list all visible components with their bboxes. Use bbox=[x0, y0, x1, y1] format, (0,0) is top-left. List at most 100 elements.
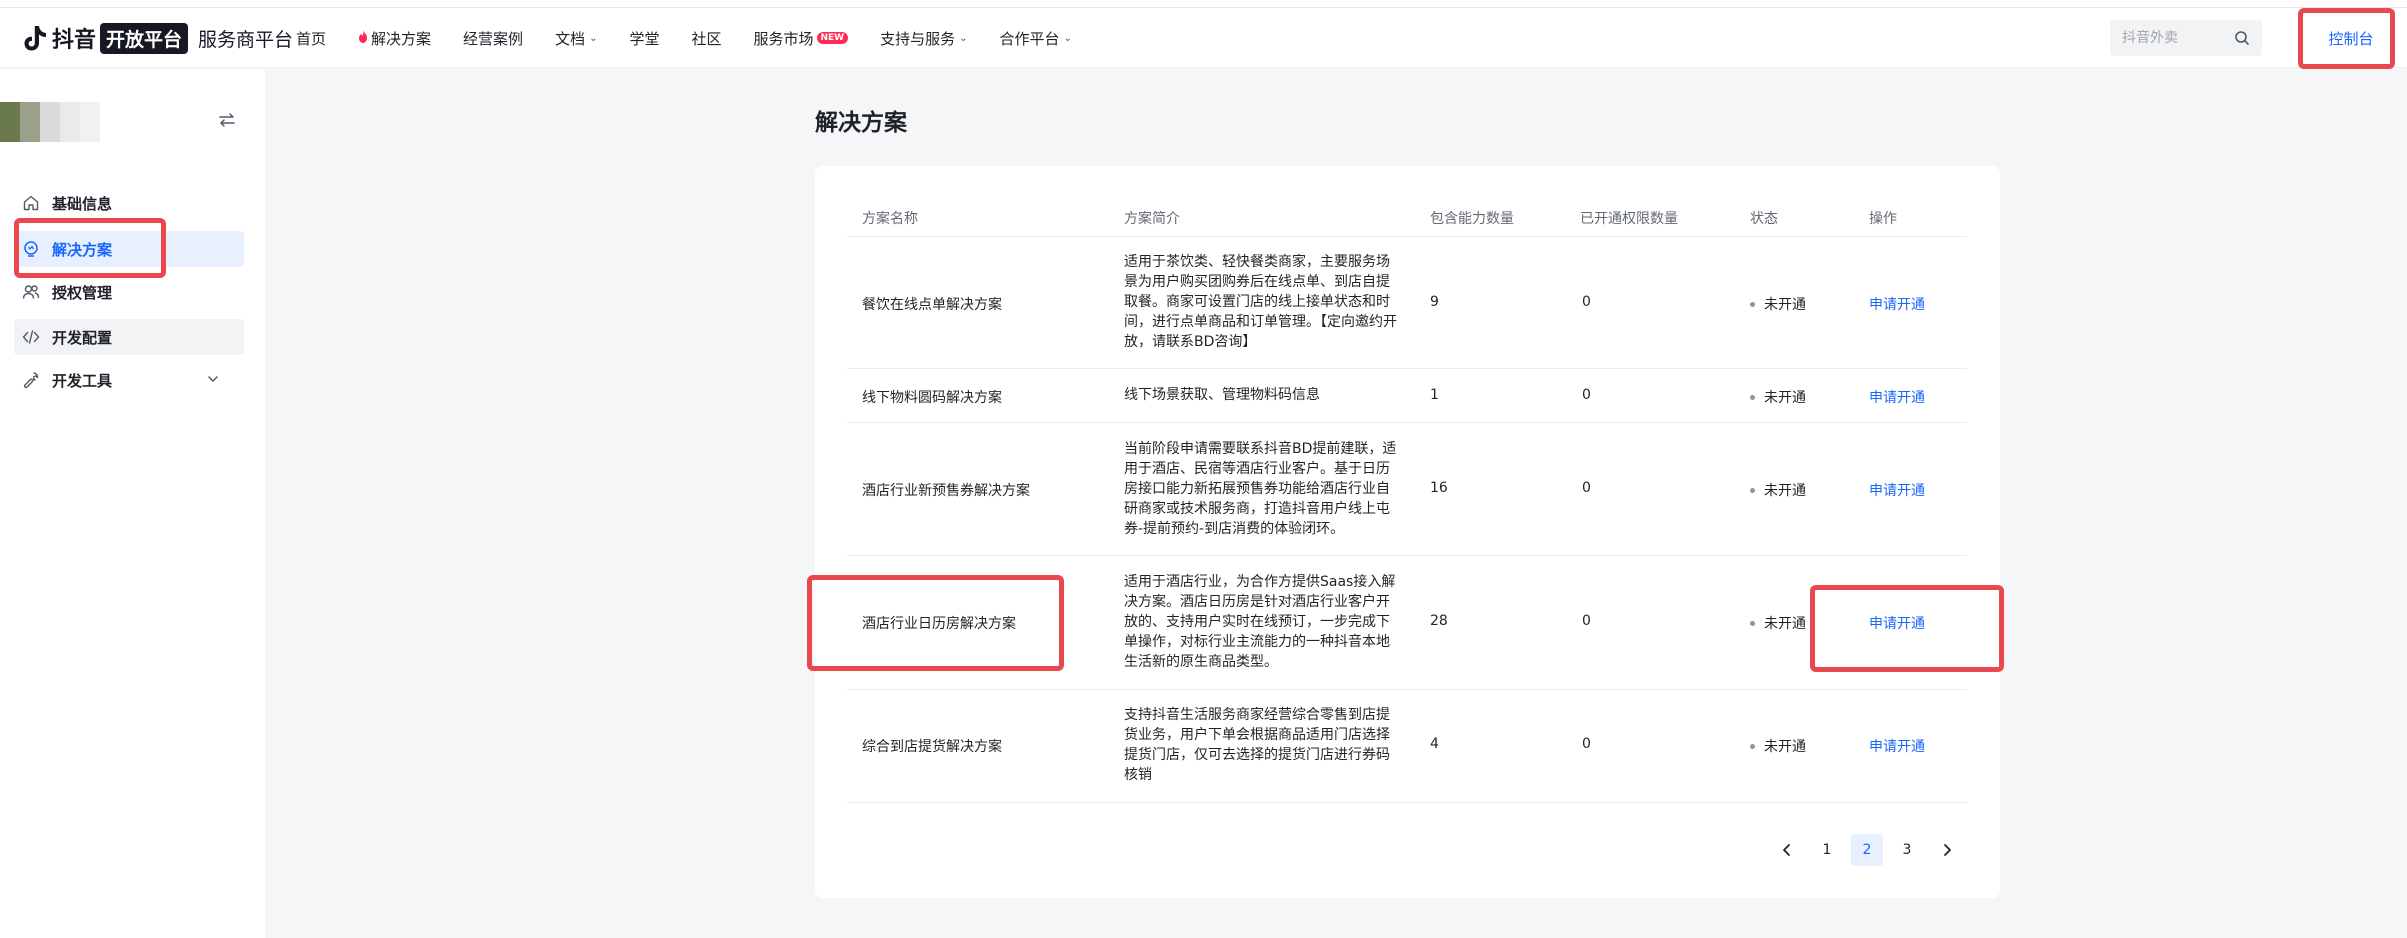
douyin-logo-icon bbox=[24, 26, 46, 51]
nav-academy[interactable]: 学堂 bbox=[629, 28, 659, 49]
chevron-left-icon bbox=[1783, 844, 1790, 856]
row-1-name: 餐饮在线点单解决方案 bbox=[862, 297, 1002, 313]
row-3-name: 酒店行业新预售券解决方案 bbox=[862, 483, 1030, 499]
row-2-apply-link[interactable]: 申请开通 bbox=[1869, 387, 1925, 407]
pagination-prev[interactable] bbox=[1771, 834, 1803, 866]
nav-cases[interactable]: 经营案例 bbox=[463, 28, 523, 49]
platform-logo[interactable]: 抖音 开放平台 服务商平台 bbox=[22, 22, 293, 54]
account-row bbox=[0, 101, 265, 145]
row-4-name: 酒店行业日历房解决方案 bbox=[862, 616, 1016, 632]
row-4-abilities: 28 bbox=[1430, 613, 1448, 629]
row-5-name: 综合到店提货解决方案 bbox=[862, 739, 1002, 755]
avatar[interactable] bbox=[0, 102, 120, 142]
pagination-page-3[interactable]: 3 bbox=[1891, 834, 1923, 866]
users-icon bbox=[22, 285, 40, 299]
row-5-abilities: 4 bbox=[1430, 736, 1439, 752]
nav-market[interactable]: 服务市场 NEW bbox=[753, 28, 849, 49]
row-1-apply-link[interactable]: 申请开通 bbox=[1869, 294, 1925, 314]
chevron-down-icon: ⌄ bbox=[1063, 32, 1072, 44]
col-header-status: 状态 bbox=[1750, 211, 1778, 227]
home-icon bbox=[23, 195, 39, 211]
main-nav: 首页 解决方案 经营案例 文档 ⌄ 学堂 社区 服务市场 NEW 支持与服务 ⌄ 合作… bbox=[296, 8, 1104, 68]
logo-badge: 开放平台 bbox=[100, 22, 189, 54]
switch-account-icon[interactable] bbox=[218, 111, 236, 129]
sidebar-item-dev-config[interactable]: 开发配置 bbox=[14, 319, 244, 355]
nav-partners[interactable]: 合作平台 ⌄ bbox=[1000, 28, 1072, 49]
row-3-apply-link[interactable]: 申请开通 bbox=[1869, 480, 1925, 500]
nav-docs[interactable]: 文档 ⌄ bbox=[555, 28, 597, 49]
col-header-abilities: 包含能力数量 bbox=[1430, 211, 1514, 227]
row-4-desc: 适用于酒店行业，为合作方提供Saas接入解 决方案。酒店日历房是针对酒店行业客户… bbox=[1124, 574, 1396, 670]
new-badge: NEW bbox=[816, 32, 849, 44]
status-dot bbox=[1750, 394, 1755, 400]
table-divider bbox=[847, 422, 1967, 423]
top-header: 抖音 开放平台 服务商平台 首页 解决方案 经营案例 文档 ⌄ 学堂 社区 服务市… bbox=[0, 8, 2407, 68]
sidebar-item-basic-info[interactable]: 基础信息 bbox=[14, 185, 244, 221]
pagination-next[interactable] bbox=[1931, 834, 1963, 866]
row-5-status: 未开通 bbox=[1750, 736, 1806, 756]
sidebar-item-label: 解决方案 bbox=[52, 240, 113, 259]
row-4-status: 未开通 bbox=[1750, 613, 1806, 633]
row-1-status: 未开通 bbox=[1750, 294, 1806, 314]
status-dot bbox=[1750, 620, 1755, 626]
row-2-status: 未开通 bbox=[1750, 387, 1806, 407]
table-divider bbox=[847, 802, 1967, 803]
sidebar-item-dev-tools[interactable]: 开发工具 bbox=[14, 362, 244, 398]
fire-icon bbox=[358, 29, 368, 47]
row-4-opened: 0 bbox=[1582, 613, 1591, 629]
row-5-opened: 0 bbox=[1582, 736, 1591, 752]
table-divider bbox=[847, 555, 1967, 556]
sidebar-item-label: 基础信息 bbox=[52, 194, 113, 213]
sidebar-item-label: 开发配置 bbox=[52, 328, 113, 347]
row-3-desc: 当前阶段申请需要联系抖音BD提前建联，适 用于酒店、民宿等酒店行业客户。基于日历… bbox=[1124, 441, 1397, 537]
nav-solutions[interactable]: 解决方案 bbox=[358, 28, 431, 49]
row-2-name: 线下物料圆码解决方案 bbox=[862, 390, 1002, 406]
chevron-down-icon: ⌄ bbox=[589, 32, 598, 44]
logo-subtitle: 服务商平台 bbox=[198, 28, 294, 51]
status-dot bbox=[1750, 301, 1755, 307]
logo-text: 抖音 bbox=[52, 28, 97, 53]
row-5-apply-link[interactable]: 申请开通 bbox=[1869, 736, 1925, 756]
sidebar-item-solutions[interactable]: 解决方案 bbox=[14, 231, 244, 267]
chevron-down-icon: ⌄ bbox=[959, 32, 968, 44]
col-header-desc: 方案简介 bbox=[1124, 211, 1180, 227]
row-3-abilities: 16 bbox=[1430, 480, 1448, 496]
search-box bbox=[2110, 20, 2262, 56]
chevron-down-icon bbox=[208, 376, 218, 383]
status-dot bbox=[1750, 487, 1755, 493]
col-header-action: 操作 bbox=[1869, 211, 1897, 227]
sidebar-item-label: 授权管理 bbox=[52, 283, 113, 302]
row-1-desc: 适用于茶饮类、轻快餐类商家，主要服务场 景为用户购买团购券后在线点单、到店自提 … bbox=[1124, 254, 1397, 350]
row-4-apply-link[interactable]: 申请开通 bbox=[1869, 613, 1925, 633]
row-3-status: 未开通 bbox=[1750, 480, 1806, 500]
pagination-page-2[interactable]: 2 bbox=[1851, 834, 1883, 866]
row-2-abilities: 1 bbox=[1430, 387, 1439, 403]
page-title: 解决方案 bbox=[815, 110, 907, 136]
row-5-desc: 支持抖音生活服务商家经营综合零售到店提 货业务，用户下单会根据商品适用门店选择 … bbox=[1124, 707, 1390, 783]
col-header-opened: 已开通权限数量 bbox=[1580, 211, 1678, 227]
sidebar-item-auth[interactable]: 授权管理 bbox=[14, 274, 244, 310]
top-strip bbox=[0, 0, 2407, 8]
nav-support[interactable]: 支持与服务 ⌄ bbox=[880, 28, 967, 49]
table-divider bbox=[847, 368, 1967, 369]
nav-community[interactable]: 社区 bbox=[691, 28, 721, 49]
pagination-page-1[interactable]: 1 bbox=[1811, 834, 1843, 866]
row-3-opened: 0 bbox=[1582, 480, 1591, 496]
sidebar-item-label: 开发工具 bbox=[52, 371, 113, 390]
solutions-card bbox=[815, 166, 2000, 898]
bulb-icon bbox=[24, 241, 38, 257]
table-divider bbox=[847, 689, 1967, 690]
row-2-opened: 0 bbox=[1582, 387, 1591, 403]
row-2-desc: 线下场景获取、管理物料码信息 bbox=[1124, 387, 1320, 403]
status-dot bbox=[1750, 743, 1755, 749]
chevron-right-icon bbox=[1944, 844, 1951, 856]
sidebar: 基础信息 解决方案 授权管理 开发配置 开发工具 bbox=[0, 69, 265, 938]
nav-home[interactable]: 首页 bbox=[296, 28, 326, 49]
console-button[interactable]: 控制台 bbox=[2306, 20, 2396, 56]
search-icon[interactable] bbox=[2234, 30, 2250, 46]
table-divider bbox=[847, 236, 1967, 237]
wrench-icon bbox=[23, 372, 39, 389]
row-1-abilities: 9 bbox=[1430, 294, 1439, 310]
code-icon bbox=[22, 330, 40, 344]
search-input[interactable] bbox=[2122, 30, 2232, 46]
